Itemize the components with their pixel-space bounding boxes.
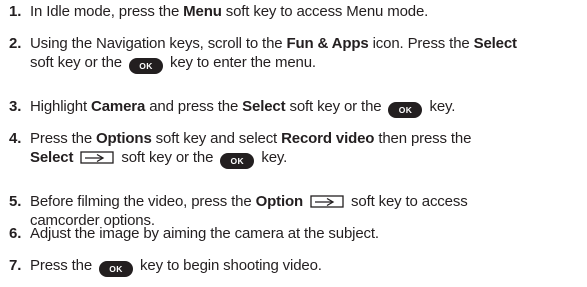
step-text-run: soft key and select [151,130,282,147]
step-text: Press the Options soft key and select Re… [30,129,586,169]
step-text-run [303,193,307,210]
step-line: In Idle mode, press the Menu soft key to… [30,2,586,21]
step-text: Press the OK key to begin shooting video… [30,256,586,277]
key-name-label: Option [255,193,304,210]
step-text-run: soft key or the [30,54,126,71]
right-soft-key-icon [310,195,344,208]
key-name-label: Camera [91,98,146,115]
step-text-run: key to begin shooting video. [136,257,322,274]
step-text: In Idle mode, press the Menu soft key to… [30,2,586,21]
step-number: 2. [9,35,22,52]
step-text-run: icon. Press the [368,35,474,52]
right-soft-key-icon [80,151,114,164]
step-text-run: Highlight [30,98,92,115]
step-number: 6. [9,225,22,242]
step-text-run [73,149,77,166]
step-text-run: In Idle mode, press the [30,3,184,20]
ok-key-icon: OK [388,102,423,118]
key-name-label: Select [242,98,286,115]
step-text-run: Press the [30,130,97,147]
step-text-run: Adjust the image by aiming the camera at… [30,225,379,242]
step-number: 1. [9,3,22,20]
ok-key-icon: OK [128,58,163,74]
step-text: Using the Navigation keys, scroll to the… [30,34,586,74]
instruction-page: 1. In Idle mode, press the Menu soft key … [0,0,587,287]
key-name-label: Record video [281,130,375,147]
step-text-run: Press the [30,257,97,274]
step-text: Highlight Camera and press the Select so… [30,97,586,118]
step-text-run: and press the [145,98,243,115]
step-text-run: key to enter the menu. [165,54,316,71]
key-name-label: Fun & Apps [286,35,369,52]
step-number: 7. [9,257,22,274]
step-text-run: Before filming the video, press the [30,193,256,210]
step-line: soft key or the OK key to enter the menu… [30,53,586,74]
step-text-run: key. [257,149,288,166]
step-line: Select soft key or the OK key. [30,148,586,169]
step-text: Adjust the image by aiming the camera at… [30,224,586,243]
key-name-label: Options [96,130,152,147]
step-number: 4. [9,130,22,147]
step-line: Press the Options soft key and select Re… [30,129,586,148]
key-name-label: Select [30,149,74,166]
ok-key-icon: OK [220,153,255,169]
step-number: 5. [9,193,22,210]
key-name-label: Select [473,35,517,52]
step-line: Adjust the image by aiming the camera at… [30,224,586,243]
step-text-run: soft key to access [347,193,468,210]
step-line: Using the Navigation keys, scroll to the… [30,34,586,53]
step-text-run: then press the [374,130,472,147]
step-text-run: soft key or the [285,98,386,115]
step-text-run: soft key or the [117,149,218,166]
step-line: Press the OK key to begin shooting video… [30,256,586,277]
step-line: Before filming the video, press the Opti… [30,192,586,211]
step-number: 3. [9,98,22,115]
key-name-label: Menu [183,3,222,20]
step-line: Highlight Camera and press the Select so… [30,97,586,118]
step-text-run: soft key to access Menu mode. [221,3,429,20]
ok-key-icon: OK [99,261,134,277]
step-text-run: key. [425,98,456,115]
step-text-run: Using the Navigation keys, scroll to the [30,35,287,52]
